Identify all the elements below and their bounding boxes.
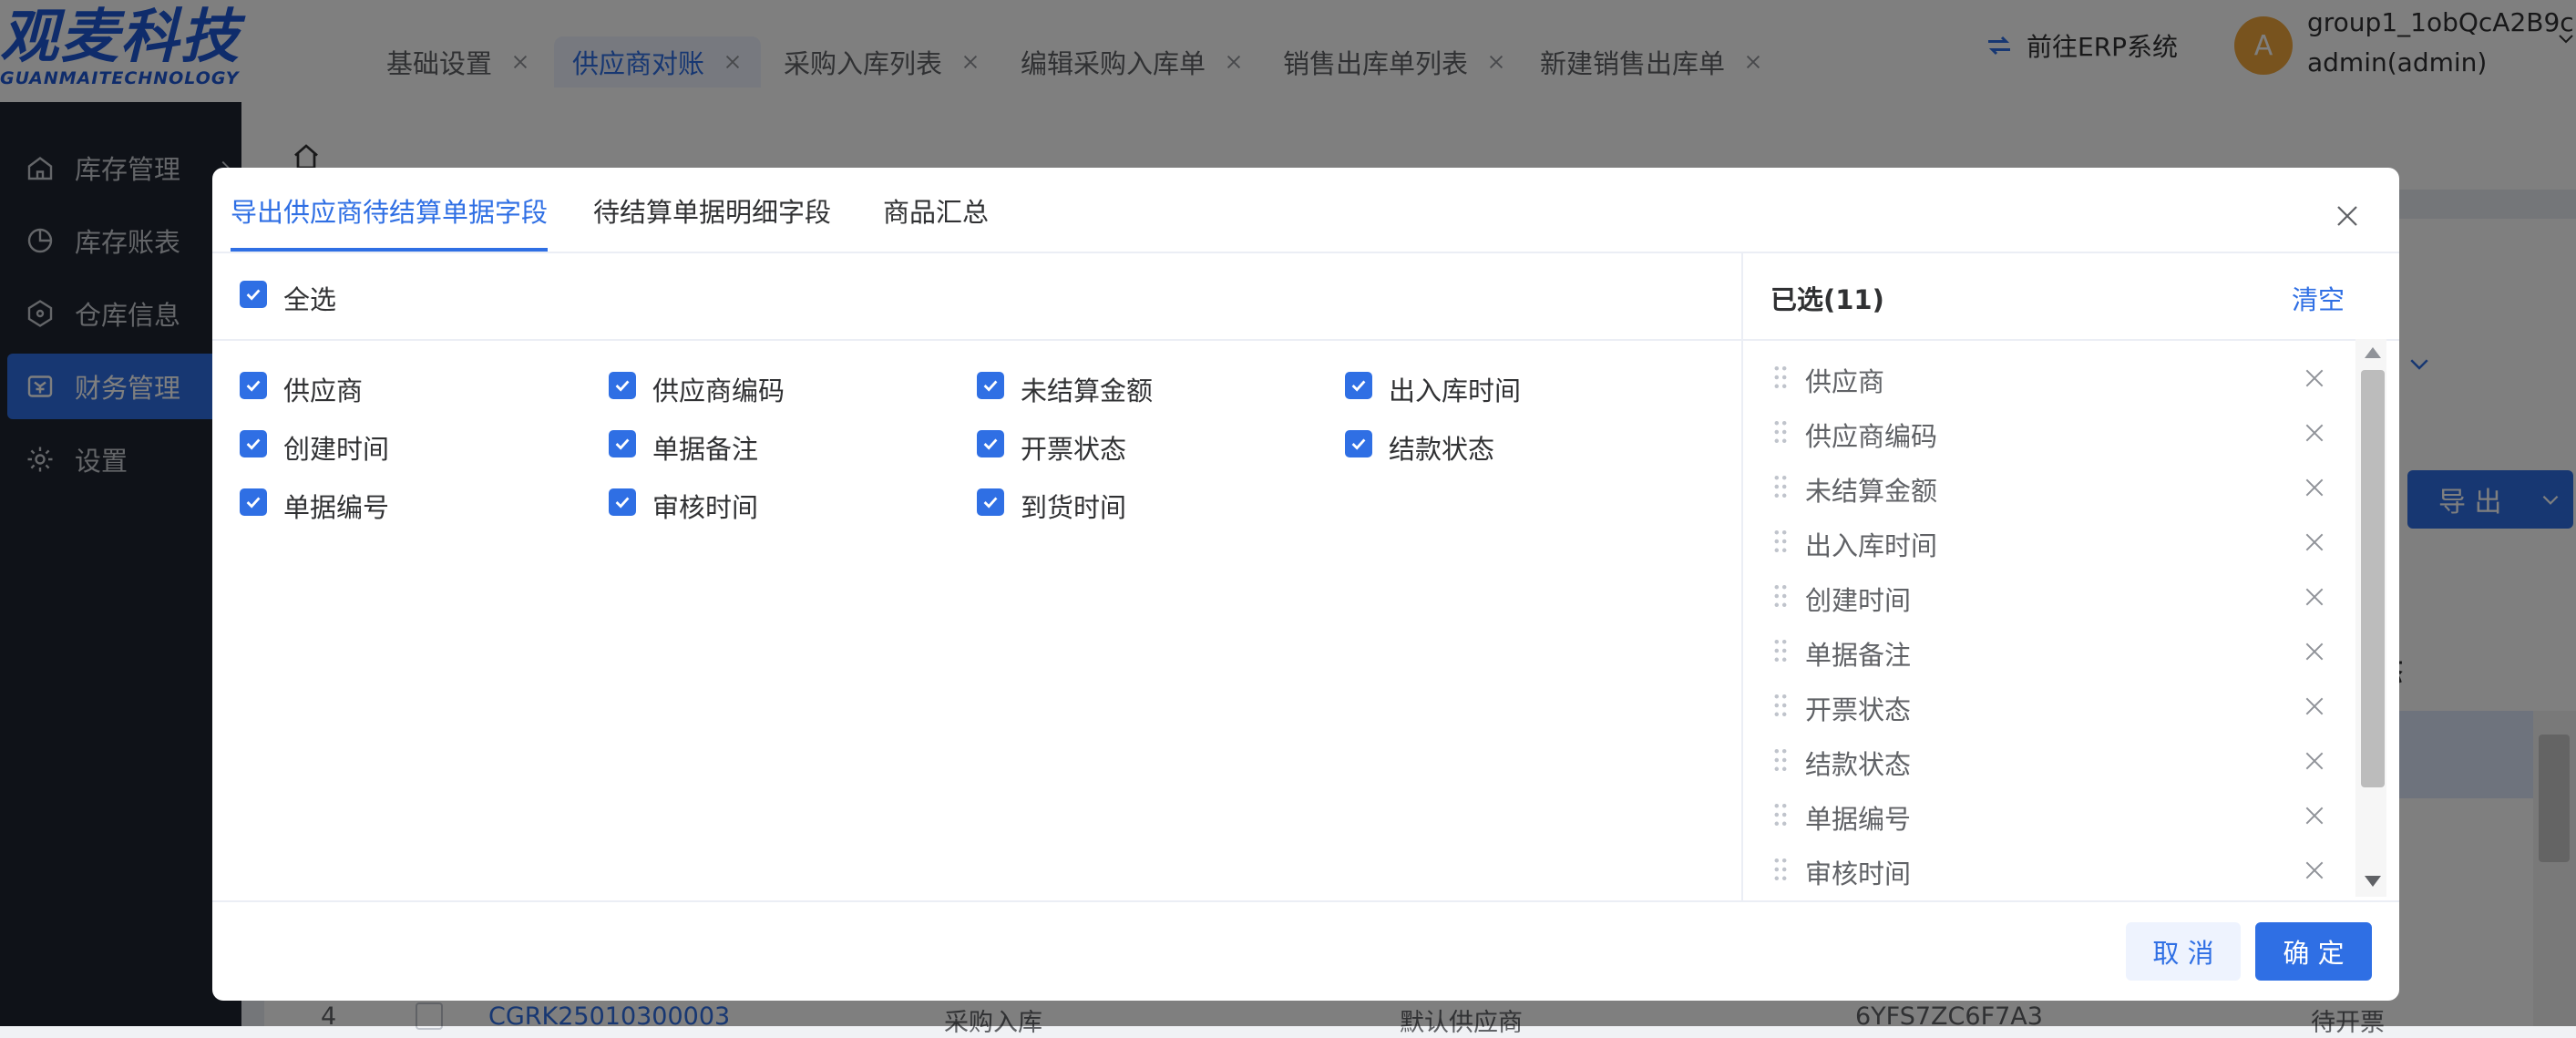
select-all-row: 全选 — [212, 252, 1741, 341]
remove-icon[interactable] — [2303, 858, 2326, 882]
field-options-pane: 全选 供应商 供应商编码 未结算金额 出入库时间 创建时间 单据备注 开票状态 … — [212, 252, 1741, 900]
field-label[interactable]: 单据备注 — [652, 428, 758, 467]
selected-item-label: 创建时间 — [1805, 585, 1912, 616]
field-label[interactable]: 未结算金额 — [1021, 370, 1153, 408]
selected-fields-list: 供应商 供应商编码 未结算金额 出入库时间 创建时间 单据备注 开票状态 结款状… — [1743, 339, 2399, 900]
selected-item[interactable]: 开票状态 — [1743, 678, 2381, 733]
field-checkbox[interactable] — [977, 372, 1004, 399]
clear-all-link[interactable]: 清空 — [2292, 279, 2345, 317]
check-icon — [246, 380, 261, 392]
field-checkbox[interactable] — [977, 488, 1004, 516]
cancel-button[interactable]: 取 消 — [2126, 922, 2241, 981]
tab-product-summary[interactable]: 商品汇总 — [883, 191, 989, 252]
select-all-checkbox[interactable] — [240, 281, 267, 308]
dialog-footer: 取 消 确 定 — [212, 900, 2399, 1001]
selected-item[interactable]: 结款状态 — [1743, 733, 2381, 787]
check-icon — [246, 438, 261, 450]
selected-item[interactable]: 供应商 — [1743, 350, 2381, 405]
drag-handle-icon[interactable] — [1772, 857, 1789, 882]
selected-item-label: 未结算金额 — [1805, 476, 1938, 507]
selected-header: 已选(11) 清空 — [1743, 252, 2399, 341]
confirm-button[interactable]: 确 定 — [2255, 922, 2372, 981]
check-icon — [615, 497, 630, 509]
field-checkbox[interactable] — [240, 430, 267, 457]
remove-icon[interactable] — [2303, 804, 2326, 827]
check-icon — [246, 497, 261, 509]
scroll-up-arrow-icon[interactable] — [2365, 346, 2381, 359]
field-checkbox[interactable] — [609, 372, 636, 399]
remove-icon[interactable] — [2303, 585, 2326, 609]
field-label[interactable]: 供应商编码 — [652, 370, 785, 408]
field-checkbox[interactable] — [240, 372, 267, 399]
remove-icon[interactable] — [2303, 476, 2326, 499]
field-label[interactable]: 审核时间 — [652, 487, 758, 525]
field-label[interactable]: 到货时间 — [1021, 487, 1126, 525]
scroll-down-arrow-icon[interactable] — [2365, 875, 2381, 888]
field-checkbox[interactable] — [240, 488, 267, 516]
check-icon — [615, 438, 630, 450]
field-checkbox[interactable] — [609, 430, 636, 457]
check-icon — [615, 380, 630, 392]
selected-item[interactable]: 未结算金额 — [1743, 459, 2381, 514]
drag-handle-icon[interactable] — [1772, 419, 1789, 445]
selected-item[interactable]: 创建时间 — [1743, 569, 2381, 623]
tab-pending-settlement-fields[interactable]: 导出供应商待结算单据字段 — [231, 191, 549, 252]
selected-item-label: 开票状态 — [1805, 694, 1912, 725]
selected-item-label: 供应商 — [1805, 366, 1885, 397]
field-checkbox[interactable] — [1345, 430, 1372, 457]
drag-handle-icon[interactable] — [1772, 365, 1789, 390]
tab-pending-detail-fields[interactable]: 待结算单据明细字段 — [593, 191, 831, 252]
selected-item[interactable]: 单据备注 — [1743, 623, 2381, 678]
selected-item-label: 审核时间 — [1805, 858, 1912, 889]
selected-item-label: 供应商编码 — [1805, 421, 1938, 452]
selected-list-scrollbar-thumb[interactable] — [2361, 370, 2385, 787]
export-fields-dialog: 导出供应商待结算单据字段 待结算单据明细字段 商品汇总 全选 供应商 供应商编码… — [212, 168, 2399, 1001]
selected-item-label: 单据备注 — [1805, 640, 1912, 671]
remove-icon[interactable] — [2303, 366, 2326, 390]
remove-icon[interactable] — [2303, 749, 2326, 773]
check-icon — [1351, 438, 1366, 450]
drag-handle-icon[interactable] — [1772, 529, 1789, 554]
select-all-label: 全选 — [283, 284, 337, 315]
check-icon — [983, 380, 998, 392]
check-icon — [1351, 380, 1366, 392]
close-icon[interactable] — [2334, 202, 2361, 230]
remove-icon[interactable] — [2303, 694, 2326, 718]
selected-item-label: 单据编号 — [1805, 804, 1912, 835]
drag-handle-icon[interactable] — [1772, 802, 1789, 827]
selected-count-title: 已选(11) — [1770, 284, 1884, 315]
drag-handle-icon[interactable] — [1772, 474, 1789, 499]
field-label[interactable]: 供应商 — [283, 370, 363, 408]
check-icon — [983, 497, 998, 509]
field-label[interactable]: 创建时间 — [283, 428, 389, 467]
remove-icon[interactable] — [2303, 640, 2326, 663]
field-label[interactable]: 结款状态 — [1389, 428, 1494, 467]
check-icon — [246, 289, 261, 301]
selected-item[interactable]: 供应商编码 — [1743, 405, 2381, 459]
field-checkbox[interactable] — [609, 488, 636, 516]
selected-item[interactable]: 审核时间 — [1743, 842, 2381, 897]
field-label[interactable]: 单据编号 — [283, 487, 389, 525]
drag-handle-icon[interactable] — [1772, 583, 1789, 609]
field-label[interactable]: 出入库时间 — [1389, 370, 1521, 408]
selected-item-label: 出入库时间 — [1805, 530, 1938, 561]
dialog-tabs: 导出供应商待结算单据字段 待结算单据明细字段 商品汇总 — [212, 168, 2399, 253]
drag-handle-icon[interactable] — [1772, 638, 1789, 663]
drag-handle-icon[interactable] — [1772, 747, 1789, 773]
selected-item[interactable]: 出入库时间 — [1743, 514, 2381, 569]
selected-fields-pane: 已选(11) 清空 供应商 供应商编码 未结算金额 出入库时间 创建时间 单据备… — [1741, 252, 2399, 900]
selected-item-label: 结款状态 — [1805, 749, 1912, 780]
remove-icon[interactable] — [2303, 530, 2326, 554]
field-label[interactable]: 开票状态 — [1021, 428, 1126, 467]
check-icon — [983, 438, 998, 450]
field-checkbox[interactable] — [977, 430, 1004, 457]
drag-handle-icon[interactable] — [1772, 693, 1789, 718]
remove-icon[interactable] — [2303, 421, 2326, 445]
field-checkbox[interactable] — [1345, 372, 1372, 399]
selected-item[interactable]: 单据编号 — [1743, 787, 2381, 842]
